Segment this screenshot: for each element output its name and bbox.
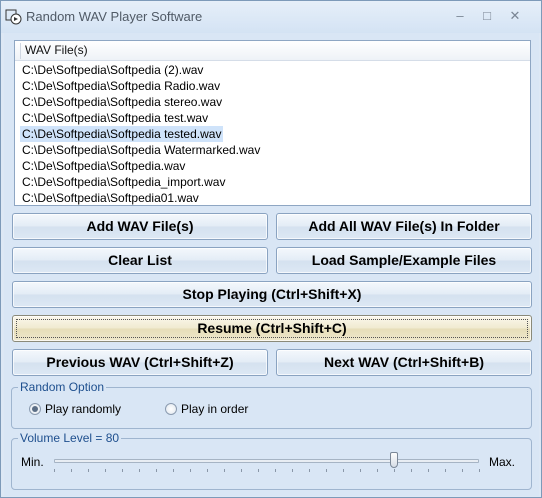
clear-list-button[interactable]: Clear List [12, 247, 268, 274]
client-area: WAV File(s) C:\De\Softpedia\Softpedia (2… [4, 33, 539, 496]
slider-tick [309, 469, 310, 472]
focus-rectangle [16, 319, 528, 338]
slider-tick [241, 469, 242, 472]
radio-button-unchecked[interactable] [165, 403, 177, 415]
slider-tick [122, 469, 123, 472]
list-item-label: C:\De\Softpedia\Softpedia test.wav [22, 111, 209, 125]
window-title: Random WAV Player Software [26, 9, 203, 24]
list-item[interactable]: C:\De\Softpedia\Softpedia Watermarked.wa… [15, 142, 530, 158]
slider-tick [190, 469, 191, 472]
slider-tick [292, 469, 293, 472]
stop-playing-button[interactable]: Stop Playing (Ctrl+Shift+X) [12, 281, 532, 308]
radio-label-play-randomly: Play randomly [45, 402, 122, 416]
load-sample-button[interactable]: Load Sample/Example Files [276, 247, 532, 274]
slider-tick [207, 469, 208, 472]
title-bar[interactable]: Random WAV Player Software – □ ✕ [1, 1, 541, 33]
slider-tick [105, 469, 106, 472]
slider-tick [479, 469, 480, 472]
list-item[interactable]: C:\De\Softpedia\Softpedia_import.wav [15, 174, 530, 190]
slider-tick [173, 469, 174, 472]
list-item[interactable]: C:\De\Softpedia\Softpedia test.wav [15, 110, 530, 126]
slider-tick [343, 469, 344, 472]
list-item[interactable]: C:\De\Softpedia\Softpedia stereo.wav [15, 94, 530, 110]
list-item-label: C:\De\Softpedia\Softpedia01.wav [22, 191, 199, 205]
radio-button-checked[interactable] [29, 403, 41, 415]
volume-level-title: Volume Level = 80 [18, 431, 122, 445]
slider-tick [224, 469, 225, 472]
slider-tick [428, 469, 429, 472]
column-header-wav-files[interactable]: WAV File(s) [15, 41, 530, 61]
list-item-label: C:\De\Softpedia\Softpedia stereo.wav [22, 95, 223, 109]
slider-tick [156, 469, 157, 472]
list-body: C:\De\Softpedia\Softpedia (2).wav C:\De\S… [15, 62, 530, 206]
maximize-button[interactable]: □ [475, 6, 499, 26]
list-item[interactable]: C:\De\Softpedia\Softpedia Radio.wav [15, 78, 530, 94]
list-item[interactable]: C:\De\Softpedia\Softpedia (2).wav [15, 62, 530, 78]
add-wav-files-button[interactable]: Add WAV File(s) [12, 213, 268, 240]
slider-tick [360, 469, 361, 472]
slider-tick [71, 469, 72, 472]
slider-tick [394, 469, 395, 472]
list-item-label: C:\De\Softpedia\Softpedia.wav [22, 159, 186, 173]
list-header: WAV File(s) [15, 41, 530, 61]
volume-min-label: Min. [21, 455, 44, 469]
list-item-label: C:\De\Softpedia\Softpedia Radio.wav [22, 79, 221, 93]
list-item-label: C:\De\Softpedia\Softpedia (2).wav [22, 63, 204, 77]
slider-tick [88, 469, 89, 472]
list-item[interactable]: C:\De\Softpedia\Softpedia tested.wav [15, 126, 530, 142]
list-item-label: C:\De\Softpedia\Softpedia Watermarked.wa… [22, 143, 261, 157]
minimize-button[interactable]: – [448, 6, 472, 26]
list-item-label: C:\De\Softpedia\Softpedia_import.wav [22, 175, 226, 189]
list-item[interactable]: C:\De\Softpedia\Softpedia.wav [15, 158, 530, 174]
slider-tick [462, 469, 463, 472]
slider-tick [445, 469, 446, 472]
random-option-title: Random Option [18, 380, 107, 394]
volume-slider-track[interactable] [54, 459, 479, 463]
wav-file-list[interactable]: WAV File(s) C:\De\Softpedia\Softpedia (2… [14, 40, 531, 206]
next-wav-button[interactable]: Next WAV (Ctrl+Shift+B) [276, 349, 532, 376]
app-window: Random WAV Player Software – □ ✕ WAV Fil… [0, 0, 542, 498]
slider-tick [139, 469, 140, 472]
volume-max-label: Max. [489, 455, 516, 469]
list-item-label: C:\De\Softpedia\Softpedia tested.wav [20, 126, 224, 142]
slider-tick [411, 469, 412, 472]
app-icon [5, 9, 22, 25]
previous-wav-button[interactable]: Previous WAV (Ctrl+Shift+Z) [12, 349, 268, 376]
slider-tick [258, 469, 259, 472]
slider-tick [275, 469, 276, 472]
slider-tick [377, 469, 378, 472]
add-folder-button[interactable]: Add All WAV File(s) In Folder [276, 213, 532, 240]
resume-button[interactable]: Resume (Ctrl+Shift+C) [12, 315, 532, 342]
close-button[interactable]: ✕ [503, 6, 527, 26]
radio-label-play-in-order: Play in order [181, 402, 249, 416]
volume-slider-thumb[interactable] [390, 452, 398, 468]
volume-level-group: Volume Level = 80 [11, 431, 532, 490]
list-item[interactable]: C:\De\Softpedia\Softpedia01.wav [15, 190, 530, 206]
slider-tick [326, 469, 327, 472]
slider-tick [54, 469, 55, 472]
